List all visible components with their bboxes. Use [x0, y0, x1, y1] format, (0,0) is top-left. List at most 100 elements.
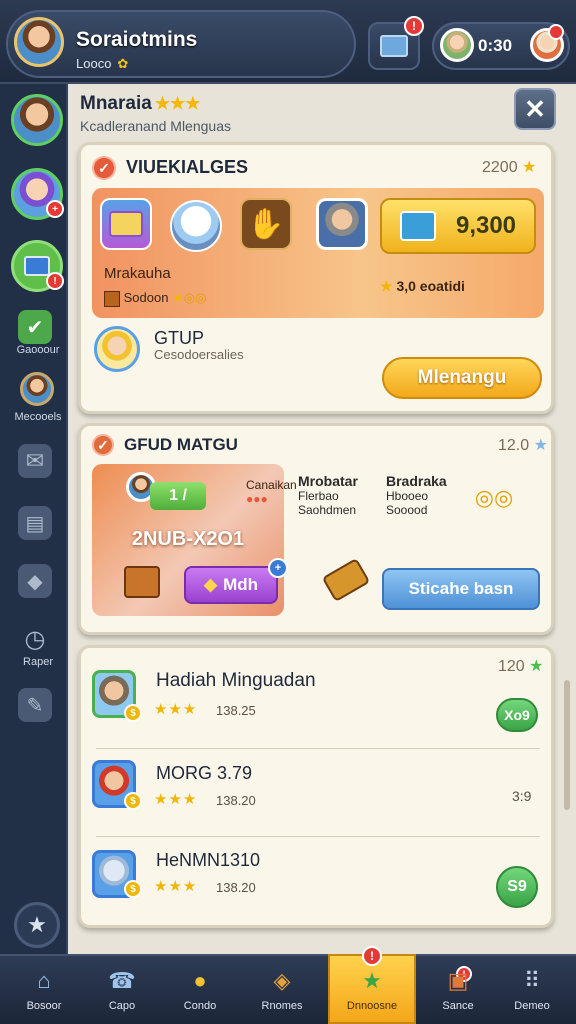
player-subtitle: Looco ✿ — [76, 56, 128, 72]
star-icon: ★ — [27, 912, 47, 937]
reward-item-character[interactable] — [316, 198, 368, 250]
coin-badge-icon: $ — [124, 792, 142, 810]
card1-points: 2200 ★ — [482, 157, 536, 177]
sidebar-item-label: Raper — [23, 656, 53, 668]
sidebar-item-tag[interactable]: ◆ — [18, 564, 52, 598]
mail-button[interactable]: ! — [368, 16, 424, 70]
nav-label: Dnnoosne — [346, 1000, 398, 1012]
reward-label: Mrakauha — [104, 265, 171, 282]
divider — [96, 836, 540, 837]
match-action-label: Mdh — [223, 575, 258, 594]
player-sub-text: Looco — [76, 56, 112, 71]
reward-row-time: 138.20 — [216, 880, 256, 895]
nav-item-chat[interactable]: ☎ Capo — [82, 954, 162, 1024]
star-icon: ★ — [172, 290, 184, 305]
tablet-icon — [24, 256, 50, 276]
mail-icon: ✉ — [25, 448, 45, 473]
scrollbar[interactable] — [564, 680, 570, 810]
nav-label: Rnomes — [261, 1000, 303, 1012]
reward-row-name: MORG 3.79 — [156, 763, 253, 783]
reward-row-action[interactable]: Xo9 — [496, 698, 538, 732]
sidebar-item-check[interactable]: ✔ — [18, 310, 52, 344]
check-icon: ✓ — [92, 156, 116, 180]
coins-icon: ◎◎ — [474, 485, 514, 510]
match-button[interactable]: Sticahe basn — [382, 568, 540, 610]
claim-button[interactable]: Mlenangu — [382, 357, 542, 399]
reward-amount: ★ 3,0 eoatidi — [380, 278, 465, 295]
nav-item-shield[interactable]: ◈ Rnomes — [242, 954, 322, 1024]
document-icon: ▤ — [25, 512, 45, 535]
chest-icon — [399, 211, 436, 241]
home-icon: ⌂ — [37, 968, 51, 993]
match-label: Canaikan ●●● — [246, 478, 297, 506]
sidebar-badge: + — [46, 200, 64, 218]
nav-item-gift[interactable]: ▣ Sance — [418, 954, 498, 1024]
close-button[interactable]: ✕ — [514, 88, 556, 130]
card2-points-value: 12.0 — [498, 437, 530, 454]
sidebar-item-clock[interactable]: ◷ — [18, 622, 52, 656]
star-icon: ★ — [362, 968, 382, 993]
card2-column-1: Mrobatar Flerbao Saohdmen — [298, 474, 358, 517]
card1-points-value: 2200 — [482, 159, 518, 176]
col1-line: Saohdmen — [298, 503, 357, 517]
shield-icon: ◈ — [273, 968, 291, 993]
panel-title: Mnaraia ★★★ — [80, 93, 201, 115]
reward-item-board[interactable] — [100, 198, 152, 250]
sidebar-item-label: Gaooour — [16, 344, 60, 356]
coin-badge-icon: $ — [124, 704, 142, 722]
friend-count: 0:30 — [478, 36, 513, 55]
friend-badge — [548, 24, 564, 40]
nav-item-menu[interactable]: ⠿ Demeo — [492, 954, 572, 1024]
reward-row-action[interactable]: S9 — [496, 866, 538, 908]
close-icon: ✕ — [524, 93, 546, 124]
reward-amount-text: 3,0 eoatidi — [396, 278, 465, 294]
nav-item-coin[interactable]: ● Condo — [160, 954, 240, 1024]
mail-badge: ! — [404, 16, 424, 36]
reward-item-bowl[interactable] — [170, 200, 222, 252]
player-avatar[interactable] — [14, 17, 64, 67]
star-icon: ★ — [380, 278, 397, 294]
envelope-icon — [380, 35, 408, 57]
reward-price-button[interactable]: 9,300 — [380, 198, 536, 254]
nav-item-events[interactable]: ★ Dnnoosne — [332, 954, 412, 1024]
reward-row-stars: ★★★ — [154, 700, 197, 718]
group-subtitle: Cesodoersalies — [154, 347, 244, 362]
coins-icon: ◎◎ — [183, 290, 207, 305]
sidebar-item-avatar[interactable] — [20, 372, 54, 406]
coin-badge-icon: $ — [124, 880, 142, 898]
stars-icon: ★★★ — [154, 701, 198, 718]
group-avatar[interactable] — [94, 326, 140, 372]
sidebar-item-ticket[interactable]: ✎ — [18, 688, 52, 722]
sidebar-item-mail[interactable]: ✉ — [18, 444, 52, 478]
reward-price: 9,300 — [455, 212, 517, 239]
match-label-text: Canaikan — [246, 478, 297, 492]
weekly-reward-card — [78, 645, 554, 928]
card3-points: 120 ★ — [498, 656, 544, 676]
divider — [96, 748, 540, 749]
player-name: Soraiotmins — [76, 28, 198, 51]
card2-column-2: Bradraka Hbooeo Sooood — [386, 474, 447, 517]
star-icon: ★ — [529, 437, 548, 454]
info-badge: + — [268, 558, 288, 578]
card3-points-value: 120 — [498, 658, 525, 675]
board-icon — [109, 211, 143, 237]
chat-icon: ☎ — [108, 968, 136, 993]
match-action-button[interactable]: ◆ Mdh — [184, 566, 278, 604]
sidebar-avatar-1[interactable] — [11, 94, 63, 146]
green-plus-badge[interactable]: 1 / — [150, 482, 206, 510]
nav-item-home[interactable]: ⌂ Bosoor — [4, 954, 84, 1024]
title-stars: ★★★ — [154, 94, 201, 113]
crate-icon — [104, 290, 120, 307]
check-icon: ✔ — [26, 316, 44, 339]
friend-avatar[interactable] — [440, 28, 474, 62]
reward-row-stars: ★★★ — [154, 877, 197, 895]
sidebar-item-doc[interactable]: ▤ — [18, 506, 52, 540]
card1-title: VIUEKIALGES — [126, 157, 249, 177]
col2-line: Hbooeo — [386, 489, 429, 503]
col2-line: Sooood — [386, 503, 428, 517]
nav-label: Capo — [108, 1000, 136, 1012]
reward-item-hand[interactable]: ✋ — [240, 198, 292, 250]
reward-row-action[interactable]: 3:9 — [512, 788, 531, 804]
favorite-button[interactable]: ★ — [14, 902, 60, 948]
tag-icon: ◆ — [203, 575, 218, 594]
